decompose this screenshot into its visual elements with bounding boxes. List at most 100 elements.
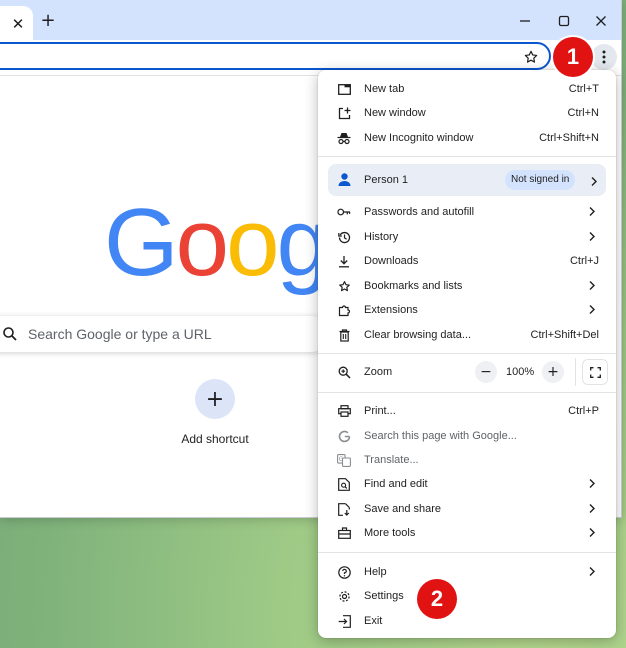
- menu-item-new-window[interactable]: New window Ctrl+N: [318, 101, 616, 125]
- menu-item-translate[interactable]: G Translate...: [318, 448, 616, 472]
- menu-item-passwords[interactable]: Passwords and autofill: [318, 200, 616, 224]
- menu-item-save-share[interactable]: Save and share: [318, 497, 616, 521]
- menu-label: Save and share: [364, 503, 442, 515]
- chevron-right-icon: [588, 478, 598, 490]
- menu-separator: [318, 156, 616, 157]
- ntp-search-box[interactable]: Search Google or type a URL: [0, 316, 330, 352]
- chrome-main-menu: New tab Ctrl+T New window Ctrl+N New Inc…: [318, 70, 616, 638]
- star-icon: [337, 279, 351, 293]
- zoom-divider: [575, 358, 576, 386]
- menu-label: Search this page with Google...: [364, 430, 517, 442]
- download-icon: [337, 254, 351, 268]
- menu-shortcut: Ctrl+N: [567, 107, 599, 119]
- bookmark-star-icon[interactable]: [520, 46, 542, 68]
- menu-label: Settings: [364, 590, 404, 602]
- menu-label: Help: [364, 566, 387, 578]
- chrome-menu-button[interactable]: [591, 44, 617, 70]
- menu-separator: [318, 392, 616, 393]
- logo-letter: o: [175, 189, 229, 296]
- puzzle-icon: [337, 303, 351, 317]
- step-1-callout: 1: [553, 37, 593, 77]
- fullscreen-button[interactable]: [582, 359, 608, 385]
- history-icon: [337, 230, 351, 244]
- menu-item-print[interactable]: Print... Ctrl+P: [318, 399, 616, 423]
- menu-item-profile[interactable]: Person 1 Not signed in: [328, 164, 606, 196]
- menu-label: More tools: [364, 527, 416, 539]
- zoom-out-button[interactable]: −: [475, 361, 497, 383]
- chevron-right-icon: [588, 206, 598, 218]
- menu-label: Bookmarks and lists: [364, 280, 463, 292]
- menu-separator: [318, 353, 616, 354]
- incognito-icon: [337, 131, 351, 145]
- chevron-right-icon: [590, 174, 598, 192]
- chevron-right-icon: [588, 566, 598, 578]
- menu-label: Clear browsing data...: [364, 329, 471, 341]
- menu-shortcut: Ctrl+P: [568, 405, 599, 417]
- menu-item-search-page[interactable]: Search this page with Google...: [318, 424, 616, 448]
- menu-shortcut: Ctrl+J: [569, 255, 599, 267]
- step-2-callout: 2: [417, 579, 457, 619]
- new-tab-icon: [337, 82, 351, 96]
- sign-in-status-badge: Not signed in: [505, 170, 576, 190]
- menu-shortcut: Ctrl+Shift+Del: [530, 329, 599, 341]
- menu-item-zoom: Zoom: [318, 360, 616, 384]
- maximize-icon[interactable]: [551, 8, 577, 34]
- translate-icon: G: [337, 453, 351, 467]
- menu-item-help[interactable]: Help: [318, 560, 616, 584]
- menu-item-settings[interactable]: Settings: [318, 584, 616, 608]
- active-tab[interactable]: ✕: [0, 6, 33, 40]
- printer-icon: [337, 404, 351, 418]
- new-tab-button[interactable]: +: [38, 11, 58, 31]
- menu-item-new-incognito[interactable]: New Incognito window Ctrl+Shift+N: [318, 126, 616, 150]
- exit-icon: [337, 614, 351, 628]
- menu-label: Extensions: [364, 304, 418, 316]
- menu-item-clear-browsing-data[interactable]: Clear browsing data... Ctrl+Shift+Del: [318, 323, 616, 347]
- menu-item-new-tab[interactable]: New tab Ctrl+T: [318, 77, 616, 101]
- minimize-icon[interactable]: [512, 8, 538, 34]
- fullscreen-icon: [589, 366, 601, 378]
- address-bar[interactable]: [0, 42, 551, 70]
- logo-letter: o: [226, 189, 279, 296]
- menu-label: Find and edit: [364, 478, 428, 490]
- new-window-icon: [337, 106, 351, 120]
- profile-name: Person 1: [364, 174, 409, 186]
- help-icon: [337, 565, 351, 579]
- tab-strip: ✕ +: [0, 0, 621, 40]
- toolbox-icon: [337, 526, 351, 540]
- chevron-right-icon: [588, 503, 598, 515]
- svg-text:G: G: [339, 456, 344, 463]
- zoom-in-button[interactable]: +: [542, 361, 564, 383]
- menu-item-extensions[interactable]: Extensions: [318, 298, 616, 322]
- search-placeholder: Search Google or type a URL: [28, 326, 212, 342]
- add-shortcut-button[interactable]: +: [195, 379, 235, 419]
- gear-icon: [337, 589, 351, 603]
- menu-item-history[interactable]: History: [318, 225, 616, 249]
- menu-item-find-edit[interactable]: Find and edit: [318, 472, 616, 496]
- menu-item-more-tools[interactable]: More tools: [318, 521, 616, 545]
- logo-letter: G: [104, 189, 179, 296]
- chevron-right-icon: [588, 231, 598, 243]
- menu-label: Passwords and autofill: [364, 206, 475, 218]
- find-in-page-icon: [337, 477, 351, 491]
- add-shortcut-label: Add shortcut: [181, 432, 249, 446]
- tab-close-icon[interactable]: ✕: [9, 15, 27, 33]
- menu-label: Zoom: [364, 366, 393, 378]
- menu-item-exit[interactable]: Exit: [318, 609, 616, 633]
- close-icon[interactable]: [588, 8, 614, 34]
- search-icon: [2, 326, 18, 342]
- menu-label: New window: [364, 107, 426, 119]
- menu-label: History: [364, 231, 399, 243]
- menu-label: Exit: [364, 615, 383, 627]
- menu-separator: [318, 552, 616, 553]
- three-dots-icon: [602, 50, 606, 64]
- zoom-level-value: 100%: [506, 366, 535, 378]
- menu-label: Downloads: [364, 255, 419, 267]
- person-icon: [337, 172, 352, 192]
- menu-label: New tab: [364, 83, 405, 95]
- menu-item-bookmarks[interactable]: Bookmarks and lists: [318, 274, 616, 298]
- chevron-right-icon: [588, 280, 598, 292]
- menu-item-downloads[interactable]: Downloads Ctrl+J: [318, 249, 616, 273]
- save-file-icon: [337, 502, 351, 516]
- chevron-right-icon: [588, 304, 598, 316]
- chevron-right-icon: [588, 527, 598, 539]
